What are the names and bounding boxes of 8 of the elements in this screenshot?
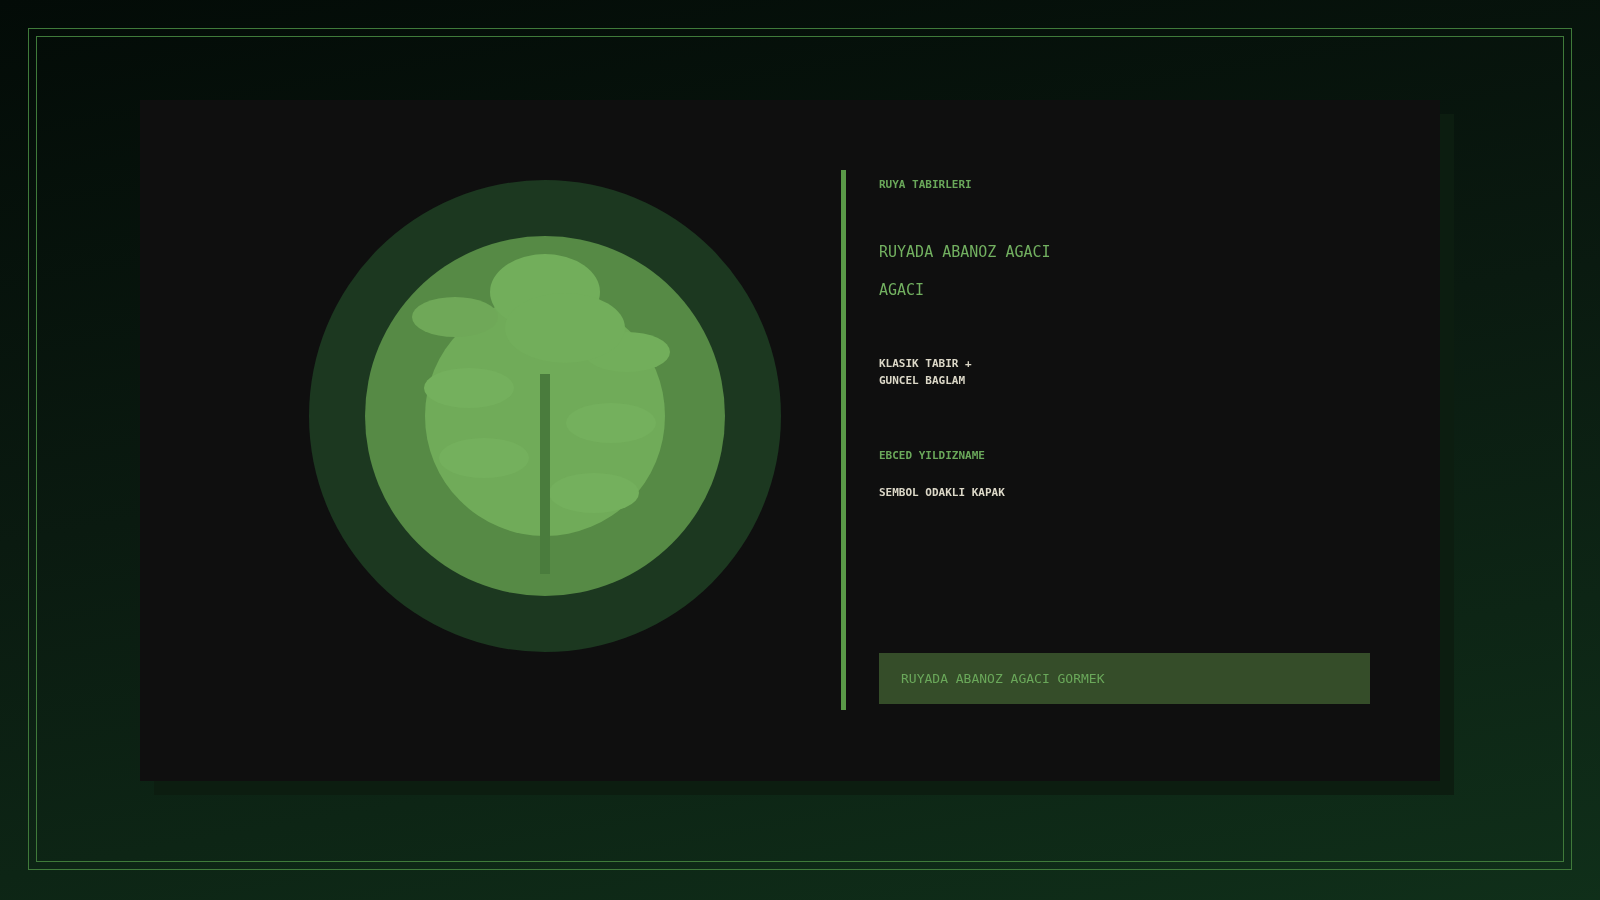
tagline: KLASIK TABIR + bbox=[879, 357, 973, 370]
brand-label: EBCED YILDIZNAME bbox=[879, 449, 986, 462]
caption-text: SEMBOL ODAKLI KAPAK bbox=[879, 486, 1006, 499]
cover-title: AGACI bbox=[879, 281, 926, 299]
eyebrow-label: RUYA TABIRLERI bbox=[879, 178, 973, 191]
tagline: GUNCEL BAGLAM bbox=[879, 374, 967, 387]
cover-title: RUYADA ABANOZ AGACI bbox=[879, 243, 1052, 261]
keyword-banner: RUYADA ABANOZ AGACI GORMEK bbox=[879, 653, 1370, 704]
